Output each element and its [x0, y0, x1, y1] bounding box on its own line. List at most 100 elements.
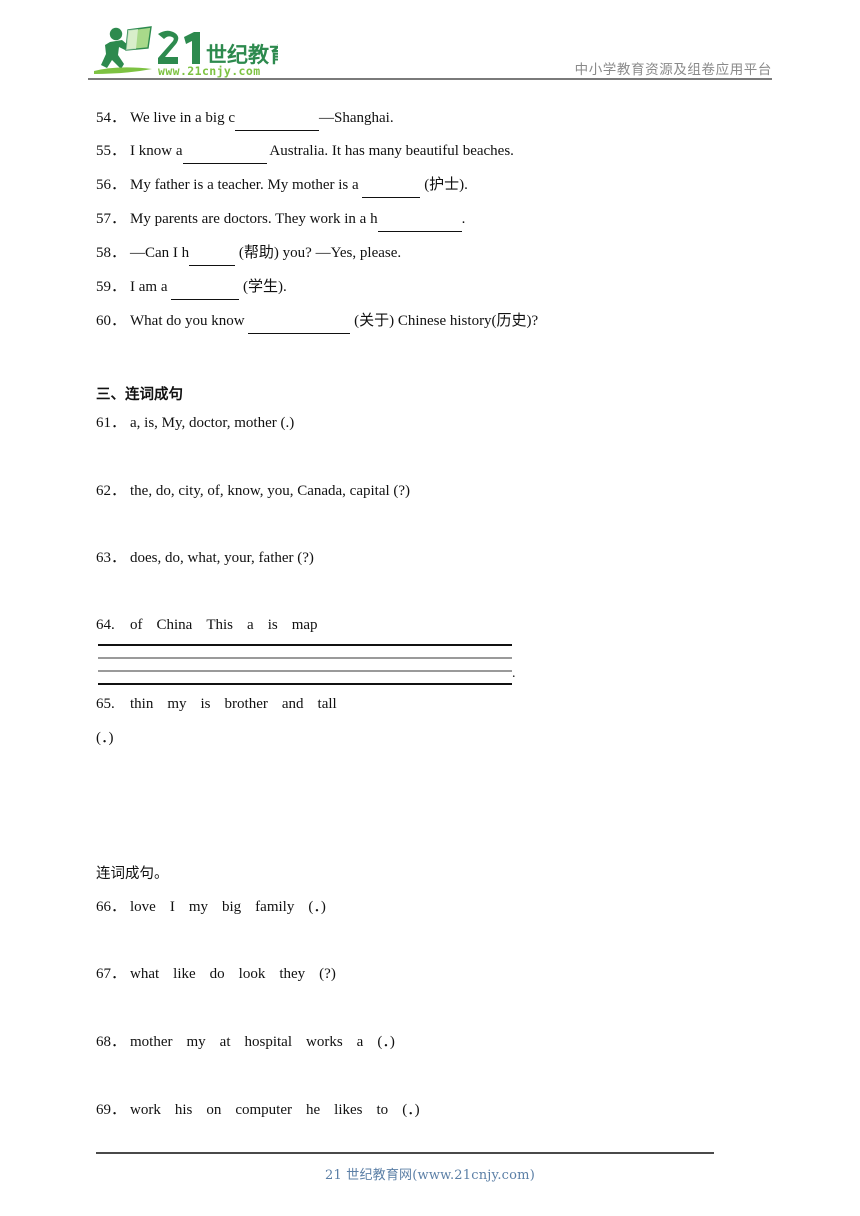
subsection-heading: 连词成句。 [96, 866, 169, 882]
answer-line-2[interactable] [98, 657, 512, 659]
scrambled-word: love [130, 899, 156, 915]
scrambled-word: a [356, 1034, 364, 1050]
scrambled-word: a [247, 617, 254, 633]
question-number: 63． [96, 550, 127, 566]
question-number: 56． [96, 177, 127, 193]
question-57: 57． My parents are doctors. They work in … [96, 209, 465, 233]
question-number: 69． [96, 1102, 127, 1118]
scrambled-word: and [281, 696, 304, 712]
section-heading-three: 三、连词成句 [96, 387, 183, 403]
scrambled-word: This [206, 617, 234, 633]
question-64: 64. of China This a is map [96, 615, 318, 635]
question-55: 55． I know a Australia. It has many beaut… [96, 141, 514, 165]
question-text: a, is, My, doctor, mother (.) [130, 415, 295, 431]
question-69: 69． work his on computer he likes to (．) [96, 1100, 420, 1120]
scrambled-word: tall [317, 696, 337, 712]
scrambled-word: what [130, 966, 160, 982]
question-text: What do you know [130, 313, 249, 329]
page-header: 世纪教育 www.21cnjy.com 中小学教育资源及组卷应用平台 [88, 22, 772, 80]
scrambled-word: thin [130, 696, 154, 712]
question-number: 61． [96, 415, 127, 431]
scrambled-word: is [267, 617, 278, 633]
scrambled-word: mother [130, 1034, 173, 1050]
scrambled-word: look [238, 966, 266, 982]
question-number: 68． [96, 1034, 127, 1050]
scrambled-word: I [169, 899, 175, 915]
answer-blank[interactable] [182, 143, 267, 165]
question-number: 67． [96, 966, 127, 982]
scrambled-word: work [130, 1102, 161, 1118]
answer-blank[interactable] [248, 313, 351, 335]
question-number: 57． [96, 211, 127, 227]
scrambled-word: they [279, 966, 306, 982]
scrambled-word: (?) [319, 966, 336, 982]
question-text: (关于) Chinese history(历史)? [350, 313, 539, 329]
answer-line-period: . [512, 666, 516, 681]
scrambled-word: hospital [244, 1034, 293, 1050]
question-text: (护士). [420, 177, 468, 193]
question-60: 60． What do you know (关于) Chinese history… [96, 311, 539, 335]
question-text: My father is a teacher. My mother is a [130, 177, 363, 193]
question-number: 65. [96, 696, 115, 712]
question-number: 54． [96, 110, 127, 126]
footer-divider [96, 1152, 714, 1154]
answer-blank[interactable] [171, 279, 240, 301]
svg-text:www.21cnjy.com: www.21cnjy.com [158, 64, 261, 78]
question-65: 65. thin my is brother and tall [96, 694, 337, 714]
answer-blank[interactable] [362, 177, 421, 199]
question-text: Australia. It has many beautiful beaches… [266, 143, 514, 159]
scrambled-word: of [130, 617, 143, 633]
answer-line-4[interactable] [98, 683, 512, 685]
question-number: 60． [96, 313, 127, 329]
answer-blank[interactable] [189, 245, 236, 267]
question-text: (学生). [239, 279, 287, 295]
question-text: (帮助) you? —Yes, please. [235, 245, 402, 261]
scrambled-word: is [200, 696, 211, 712]
question-text: the, do, city, of, know, you, Canada, ca… [130, 483, 411, 499]
scrambled-word: big [222, 899, 242, 915]
question-59: 59． I am a (学生). [96, 277, 287, 301]
question-58: 58． —Can I h (帮助) you? —Yes, please. [96, 243, 402, 267]
question-number: 59． [96, 279, 127, 295]
scrambled-word: my [186, 1034, 206, 1050]
question-61: 61． a, is, My, doctor, mother (.) [96, 413, 294, 433]
logo-icon: 世纪教育 www.21cnjy.com [94, 26, 278, 78]
question-65-punct: (．) [96, 728, 114, 748]
scrambled-word: (．) [377, 1034, 395, 1050]
question-56: 56． My father is a teacher. My mother is … [96, 175, 468, 199]
question-text: —Shanghai. [319, 110, 394, 126]
question-text: —Can I h [130, 245, 190, 261]
brand-logo-21century: 世纪教育 www.21cnjy.com [88, 24, 278, 80]
answer-blank[interactable] [235, 110, 320, 132]
question-66: 66． love Imy big family (．) [96, 897, 326, 917]
scrambled-word: his [174, 1102, 193, 1118]
scrambled-word: likes [334, 1102, 363, 1118]
answer-line-1[interactable] [98, 644, 512, 646]
question-number: 55． [96, 143, 127, 159]
question-text: I know a [130, 143, 183, 159]
scrambled-word: on [206, 1102, 222, 1118]
question-text: does, do, what, your, father (?) [130, 550, 314, 566]
answer-line-3[interactable] [98, 670, 512, 672]
scrambled-word: do [209, 966, 225, 982]
scrambled-word: my [188, 899, 208, 915]
scrambled-word: works [306, 1034, 343, 1050]
question-number: 62． [96, 483, 127, 499]
question-text: My parents are doctors. They work in a h [130, 211, 378, 227]
header-tagline: 中小学教育资源及组卷应用平台 [574, 62, 772, 78]
question-number: 64. [96, 617, 115, 633]
header-divider [88, 78, 772, 80]
scrambled-word: at [219, 1034, 231, 1050]
question-65-punctuation: (．) [96, 730, 114, 746]
scrambled-word: my [167, 696, 187, 712]
answer-blank[interactable] [377, 211, 462, 233]
scrambled-word: (．) [402, 1102, 420, 1118]
question-68: 68． mother my at hospital works a (．) [96, 1032, 395, 1052]
scrambled-word: family [255, 899, 295, 915]
question-54: 54． We live in a big c —Shanghai. [96, 108, 394, 132]
scrambled-word: like [173, 966, 196, 982]
worksheet-page: 世纪教育 www.21cnjy.com 中小学教育资源及组卷应用平台 54．We… [0, 0, 860, 1216]
question-67: 67． what like do look they (?) [96, 964, 336, 984]
question-number: 58． [96, 245, 127, 261]
question-text: I am a [130, 279, 172, 295]
